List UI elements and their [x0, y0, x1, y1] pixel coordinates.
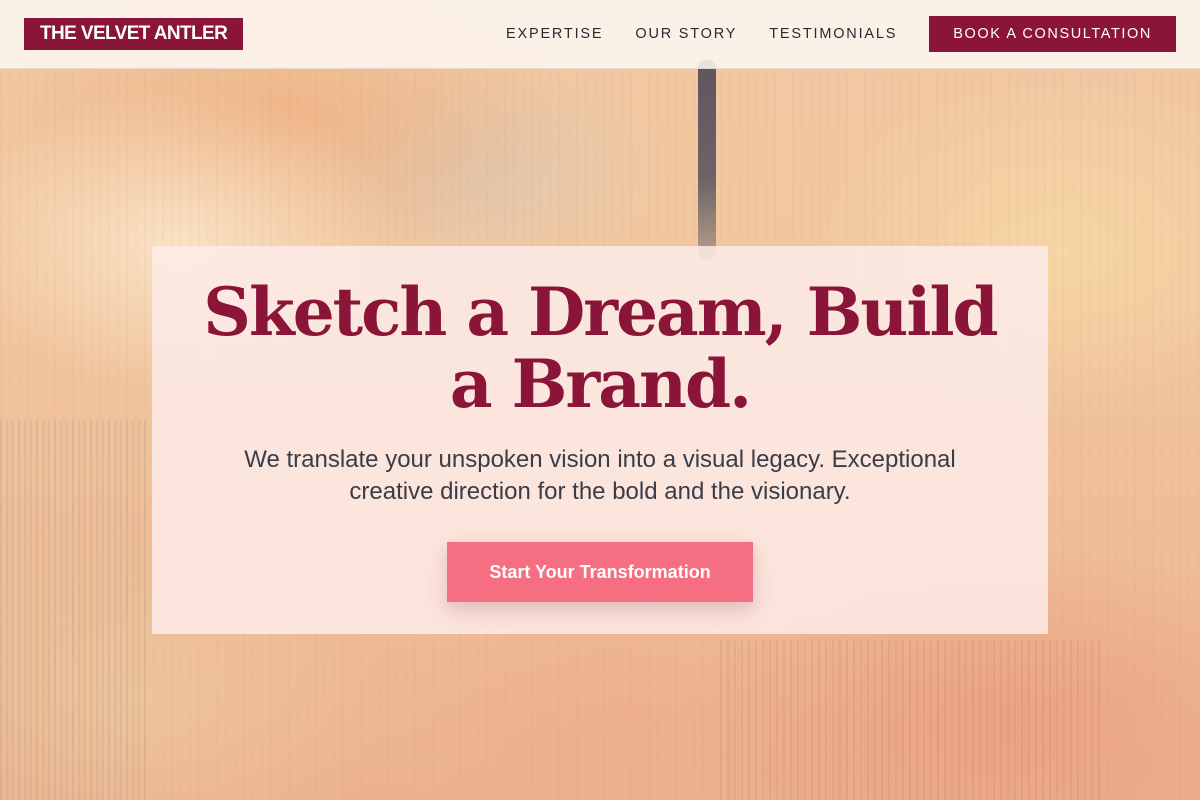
nav-link-testimonials[interactable]: TESTIMONIALS [769, 26, 897, 42]
nav-link-our-story[interactable]: OUR STORY [635, 26, 737, 42]
main-nav: EXPERTISE OUR STORY TESTIMONIALS BOOK A … [506, 0, 1176, 68]
start-transformation-button[interactable]: Start Your Transformation [447, 542, 753, 602]
site-header: THE VELVET ANTLER EXPERTISE OUR STORY TE… [0, 0, 1200, 69]
paint-streak [698, 60, 716, 260]
brand-logo[interactable]: THE VELVET ANTLER [24, 18, 244, 50]
brush-texture-left [0, 420, 150, 800]
hero-title: Sketch a Dream, Build a Brand. [203, 273, 998, 423]
brush-texture-bottom [720, 640, 1100, 800]
hero-card: Sketch a Dream, Build a Brand. We transl… [152, 246, 1048, 634]
book-consultation-button[interactable]: BOOK A CONSULTATION [929, 16, 1176, 52]
nav-link-expertise[interactable]: EXPERTISE [506, 26, 603, 42]
hero-subtitle: We translate your unspoken vision into a… [244, 446, 956, 505]
